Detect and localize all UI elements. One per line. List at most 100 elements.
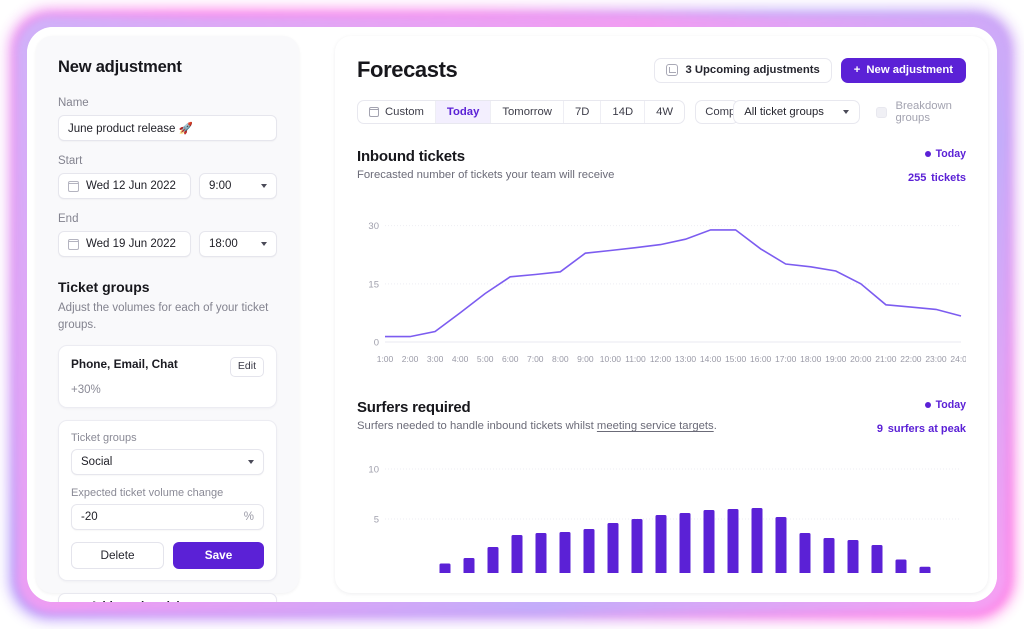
tab-14d[interactable]: 14D (601, 101, 646, 123)
surfers-required-subtitle: Surfers needed to handle inbound tickets… (357, 420, 717, 432)
range-segmented-control: Custom Today Tomorrow 7D 14D 4W 8W 12W (357, 100, 686, 124)
svg-text:2:00: 2:00 (402, 354, 419, 364)
tab-4w[interactable]: 4W (645, 101, 685, 123)
chevron-down-icon (261, 242, 267, 246)
start-time-value: 9:00 (209, 180, 232, 192)
svg-text:11:00: 11:00 (625, 354, 646, 364)
chevron-down-icon (248, 459, 254, 464)
panel-title: New adjustment (58, 58, 182, 76)
upcoming-adjustments-label: 3 Upcoming adjustments (685, 64, 820, 76)
inbound-summary-value: 255 (908, 172, 927, 184)
group-select[interactable]: Social (71, 448, 264, 475)
end-date-input[interactable]: Wed 19 Jun 2022 (58, 231, 191, 257)
checkbox-icon (876, 106, 888, 118)
delete-button[interactable]: Delete (71, 541, 164, 569)
tab-today[interactable]: Today (435, 101, 492, 123)
svg-text:16:00: 16:00 (750, 354, 772, 364)
chevron-down-icon (843, 110, 850, 114)
saved-group-delta: +30% (71, 383, 101, 396)
editing-ticket-group-card: Ticket groups Social Expected ticket vol… (58, 419, 277, 581)
ticket-groups-filter-select[interactable]: All ticket groups (733, 100, 861, 124)
chevron-down-icon (261, 184, 267, 188)
plus-icon: + (853, 64, 861, 76)
svg-text:17:00: 17:00 (775, 354, 797, 364)
volume-change-input[interactable]: -20 % (71, 503, 264, 530)
surfers-subtitle-pre: Surfers needed to handle inbound tickets… (357, 420, 597, 432)
inbound-tickets-title: Inbound tickets (357, 148, 465, 165)
tab-tomorrow[interactable]: Tomorrow (491, 101, 564, 123)
inbound-tickets-summary: Today 255 tickets (908, 148, 966, 186)
card-actions: Delete Save (71, 541, 264, 569)
surfers-required-titles: Surfers required Surfers needed to handl… (357, 399, 717, 432)
tab-4w-label: 4W (656, 106, 674, 118)
calendar-icon (67, 180, 80, 192)
surfers-legend-label: Today (935, 399, 966, 411)
inbound-tickets-plot: 0 15 30 1:00 2:00 3:00 4:00 5:00 6:00 7:00 8:00 9:0… (357, 202, 966, 377)
surfers-required-head: Surfers required Surfers needed to handl… (357, 399, 966, 437)
new-adjustment-button[interactable]: + New adjustment (840, 57, 966, 83)
svg-text:0: 0 (374, 338, 379, 349)
svg-text:24:00: 24:00 (950, 354, 966, 364)
inbound-tickets-head: Inbound tickets Forecasted number of tic… (357, 148, 966, 186)
svg-text:1:00: 1:00 (377, 354, 394, 364)
ticket-groups-heading: Ticket groups (58, 279, 150, 295)
inbound-summary-unit: tickets (931, 172, 966, 184)
surfers-subtitle-post: . (713, 420, 717, 432)
name-label: Name (58, 97, 89, 109)
tab-today-label: Today (446, 106, 480, 118)
tab-7d[interactable]: 7D (564, 101, 602, 123)
start-date-value: Wed 12 Jun 2022 (86, 180, 176, 192)
saved-ticket-group-card: Phone, Email, Chat Edit +30% (58, 345, 277, 408)
surfers-summary-value: 9 (876, 423, 883, 435)
svg-text:23:00: 23:00 (925, 354, 947, 364)
edit-group-button[interactable]: Edit (229, 357, 264, 377)
plus-icon: + (238, 599, 245, 602)
forecasts-header: Forecasts 3 Upcoming adjustments + New a… (357, 57, 966, 83)
range-tabbar: Custom Today Tomorrow 7D 14D 4W 8W 12W C… (357, 100, 966, 124)
svg-text:12:00: 12:00 (650, 354, 672, 364)
add-ticket-group-label: Add another ticket group (90, 599, 230, 602)
svg-text:3:00: 3:00 (427, 354, 444, 364)
upcoming-adjustments-button[interactable]: 3 Upcoming adjustments (654, 57, 832, 83)
tab-custom[interactable]: Custom (358, 101, 436, 123)
tab-tomorrow-label: Tomorrow (502, 106, 552, 118)
svg-text:15:00: 15:00 (725, 354, 747, 364)
name-input[interactable]: June product release 🚀 (58, 115, 277, 141)
surfers-required-title: Surfers required (357, 399, 471, 416)
forecasts-panel: Forecasts 3 Upcoming adjustments + New a… (335, 36, 988, 593)
service-targets-link[interactable]: meeting service targets (597, 420, 714, 432)
ticket-groups-description: Adjust the volumes for each of your tick… (58, 302, 269, 331)
svg-text:18:00: 18:00 (800, 354, 822, 364)
header-actions: 3 Upcoming adjustments + New adjustment (654, 57, 966, 83)
surfers-required-summary: Today 9 surfers at peak (877, 399, 966, 437)
volume-change-value: -20 (81, 510, 98, 523)
surfers-required-svg: 5 10 (368, 465, 961, 573)
chart-icon (666, 64, 679, 76)
svg-text:10:00: 10:00 (600, 354, 622, 364)
inbound-tickets-subtitle: Forecasted number of tickets your team w… (357, 169, 615, 181)
svg-text:13:00: 13:00 (675, 354, 697, 364)
svg-text:5: 5 (374, 515, 379, 526)
inbound-legend-label: Today (935, 148, 966, 160)
start-time-select[interactable]: 9:00 (199, 173, 277, 199)
end-row: Wed 19 Jun 2022 18:00 (58, 231, 277, 257)
surfers-required-plot: 5 10 (357, 453, 966, 573)
volume-change-label: Expected ticket volume change (71, 486, 224, 499)
add-ticket-group-button[interactable]: Add another ticket group + (58, 592, 277, 602)
svg-text:22:00: 22:00 (900, 354, 922, 364)
svg-text:7:00: 7:00 (527, 354, 544, 364)
end-time-select[interactable]: 18:00 (199, 231, 277, 257)
start-date-input[interactable]: Wed 12 Jun 2022 (58, 173, 191, 199)
tab-custom-label: Custom (385, 106, 424, 118)
save-button[interactable]: Save (173, 541, 264, 569)
breakdown-groups-toggle[interactable]: Breakdown groups (876, 100, 966, 124)
surfers-legend: Today (877, 399, 966, 411)
svg-text:9:00: 9:00 (577, 354, 594, 364)
svg-text:6:00: 6:00 (502, 354, 519, 364)
svg-text:4:00: 4:00 (452, 354, 469, 364)
start-row: Wed 12 Jun 2022 9:00 (58, 173, 277, 199)
svg-text:21:00: 21:00 (875, 354, 897, 364)
end-label: End (58, 213, 79, 225)
surfers-summary-unit: surfers at peak (887, 423, 966, 435)
svg-text:20:00: 20:00 (850, 354, 872, 364)
